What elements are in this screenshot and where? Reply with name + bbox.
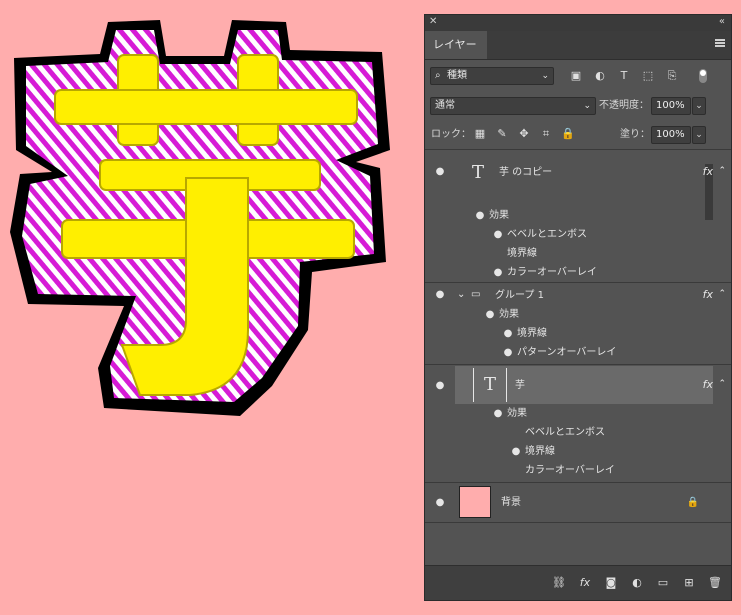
effects-eye-icon[interactable]: ● xyxy=(491,408,505,419)
divider xyxy=(425,282,731,283)
effect-stroke[interactable]: 境界線 xyxy=(507,247,537,261)
opacity-input[interactable]: 100% xyxy=(651,97,691,115)
effect-eye-icon[interactable]: ● xyxy=(491,267,505,278)
collapse-panel-icon[interactable]: « xyxy=(719,16,725,27)
filter-kind-label: 種類 xyxy=(447,70,467,81)
lock-all-icon[interactable]: 🔒 xyxy=(560,126,576,142)
effect-bevel-emboss[interactable]: ベベルとエンボス xyxy=(525,426,605,440)
type-layer-thumbnail-icon: T xyxy=(471,162,484,183)
tab-layers[interactable]: レイヤー xyxy=(425,31,487,59)
search-icon: ⌕ xyxy=(435,70,441,81)
panel-titlebar: ✕ « xyxy=(425,15,731,31)
shape-layer-filter-icon[interactable]: ⬚ xyxy=(639,68,657,84)
fx-menu-icon[interactable]: fx xyxy=(577,575,593,591)
panel-menu-icon[interactable] xyxy=(715,39,725,47)
pixel-layer-filter-icon[interactable]: ▣ xyxy=(567,68,585,84)
effect-stroke[interactable]: 境界線 xyxy=(517,327,547,341)
effect-stroke[interactable]: 境界線 xyxy=(525,445,555,459)
lock-label: ロック： xyxy=(431,129,471,140)
effect-bevel-emboss[interactable]: ベベルとエンボス xyxy=(507,228,587,242)
visibility-eye-icon[interactable]: ● xyxy=(433,166,447,177)
bottom-actions: ⛓ fx ◙ ◐ ▭ ⊞ 🗑 xyxy=(551,575,723,591)
effects-label: 効果 xyxy=(489,210,509,221)
panel-bottom-bar: ⛓ fx ◙ ◐ ▭ ⊞ 🗑 xyxy=(425,565,731,600)
effect-eye-icon[interactable]: ● xyxy=(491,229,505,240)
visibility-eye-icon[interactable]: ● xyxy=(433,497,447,508)
layer-name: 芋 xyxy=(515,380,525,391)
new-layer-icon[interactable]: ⊞ xyxy=(681,575,697,591)
filter-kind-select[interactable]: ⌕ 種類 ⌄ xyxy=(430,67,554,85)
expand-effects-icon[interactable]: ⌃ xyxy=(718,379,726,389)
layers-list: ● T 芋 のコピー fx ⌃ ● 効果 ● ベベルとエンボス 境界線 ● カラ… xyxy=(425,152,731,566)
lock-artboard-icon[interactable]: ⌗ xyxy=(538,126,554,142)
blend-row: 通常 ⌄ 不透明度： 100% ⌄ xyxy=(425,95,731,117)
opacity-label: 不透明度： xyxy=(599,100,649,111)
filter-toggle[interactable] xyxy=(699,69,707,83)
divider xyxy=(425,364,731,365)
effects-label: 効果 xyxy=(499,309,519,320)
effect-color-overlay[interactable]: カラーオーバーレイ xyxy=(507,266,597,280)
fill-label: 塗り： xyxy=(620,129,650,140)
divider xyxy=(425,522,731,523)
lock-transparency-icon[interactable]: ▦ xyxy=(472,126,488,142)
adjustment-layer-filter-icon[interactable]: ◐ xyxy=(591,68,609,84)
divider xyxy=(425,149,731,150)
effects-eye-icon[interactable]: ● xyxy=(483,309,497,320)
expand-effects-icon[interactable]: ⌃ xyxy=(718,166,726,176)
add-mask-icon[interactable]: ◙ xyxy=(603,575,619,591)
lock-icons: ▦ ✎ ✥ ⌗ 🔒 xyxy=(472,126,576,142)
lock-image-pixels-icon[interactable]: ✎ xyxy=(494,126,510,142)
visibility-eye-icon[interactable]: ● xyxy=(433,289,447,300)
blend-mode-select[interactable]: 通常 ⌄ xyxy=(430,97,596,115)
layer-name: 背景 xyxy=(501,497,521,508)
fill-dropdown-icon[interactable]: ⌄ xyxy=(692,126,706,144)
effect-pattern-overlay[interactable]: パターンオーバーレイ xyxy=(517,346,616,360)
lock-row: ロック： ▦ ✎ ✥ ⌗ 🔒 塗り： 100% ⌄ xyxy=(425,124,731,146)
type-layer-filter-icon[interactable]: T xyxy=(615,68,633,84)
effect-eye-icon[interactable]: ● xyxy=(501,347,515,358)
fill-input[interactable]: 100% xyxy=(651,126,691,144)
background-thumbnail xyxy=(459,486,491,518)
blend-mode-value: 通常 xyxy=(435,100,455,111)
layer-name: 芋 のコピー xyxy=(499,167,553,178)
fx-icon[interactable]: fx xyxy=(703,288,713,301)
expand-effects-icon[interactable]: ⌃ xyxy=(718,289,726,299)
effect-color-overlay[interactable]: カラーオーバーレイ xyxy=(525,464,615,478)
link-layers-icon[interactable]: ⛓ xyxy=(551,575,567,591)
chevron-down-icon[interactable]: ⌄ xyxy=(457,288,465,302)
type-layer-thumbnail-icon: T xyxy=(473,368,507,402)
trash-icon[interactable]: 🗑 xyxy=(707,575,723,591)
close-icon[interactable]: ✕ xyxy=(429,16,437,27)
lock-icon[interactable]: 🔒 xyxy=(687,496,699,510)
layer-name: グループ 1 xyxy=(495,290,544,301)
fx-icon[interactable]: fx xyxy=(703,165,713,178)
imo-glyph-art: 芋 xyxy=(10,20,390,416)
divider xyxy=(425,482,731,483)
smart-object-filter-icon[interactable]: ⎘ xyxy=(663,68,681,84)
effect-eye-icon[interactable]: ● xyxy=(509,446,523,457)
filter-row: ⌕ 種類 ⌄ ▣ ◐ T ⬚ ⎘ xyxy=(425,65,731,91)
visibility-eye-icon[interactable]: ● xyxy=(433,380,447,391)
panel-tab-row: レイヤー xyxy=(425,31,731,60)
new-group-folder-icon[interactable]: ▭ xyxy=(655,575,671,591)
folder-icon: ▭ xyxy=(471,289,481,300)
fx-icon[interactable]: fx xyxy=(703,378,713,391)
new-adjustment-layer-icon[interactable]: ◐ xyxy=(629,575,645,591)
effects-eye-icon[interactable]: ● xyxy=(473,210,487,221)
filter-type-icons: ▣ ◐ T ⬚ ⎘ xyxy=(567,68,681,84)
layers-panel: ✕ « レイヤー ⌕ 種類 ⌄ ▣ ◐ T ⬚ ⎘ 通常 ⌄ 不透明度： 100… xyxy=(424,14,732,601)
opacity-dropdown-icon[interactable]: ⌄ xyxy=(692,97,706,115)
effect-eye-icon[interactable]: ● xyxy=(501,328,515,339)
effects-label: 効果 xyxy=(507,408,527,419)
chevron-down-icon: ⌄ xyxy=(583,101,591,111)
artwork-canvas: 芋 xyxy=(10,20,390,416)
chevron-down-icon: ⌄ xyxy=(541,71,549,81)
lock-position-icon[interactable]: ✥ xyxy=(516,126,532,142)
